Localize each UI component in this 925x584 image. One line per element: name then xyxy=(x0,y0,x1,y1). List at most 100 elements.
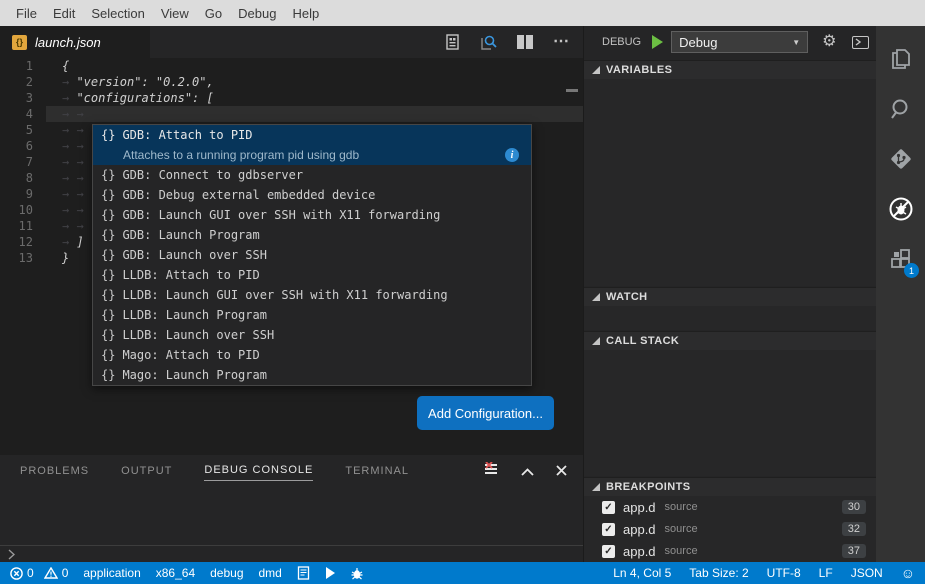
more-actions-icon[interactable]: ⋯ xyxy=(553,37,569,47)
line-number[interactable]: 6 xyxy=(0,138,46,154)
tab-output[interactable]: OUTPUT xyxy=(121,464,172,481)
explorer-icon[interactable] xyxy=(876,34,925,84)
suggest-item[interactable]: {}GDB: Connect to gdbserver xyxy=(93,165,531,185)
build-mode[interactable]: debug xyxy=(210,566,243,580)
line-number[interactable]: 1 xyxy=(0,58,46,74)
suggest-item[interactable]: {}Mago: Launch Program xyxy=(93,365,531,385)
problems-status[interactable]: 0 0 xyxy=(10,566,68,580)
snippet-braces-icon: {} xyxy=(101,268,115,282)
feedback-smiley-icon[interactable]: ☺ xyxy=(901,566,915,580)
section-call-stack[interactable]: CALL STACK xyxy=(584,331,876,350)
split-editor-icon[interactable] xyxy=(517,35,533,49)
build-type[interactable]: application xyxy=(83,566,140,580)
variables-body xyxy=(584,79,876,286)
maximize-panel-icon[interactable] xyxy=(521,463,534,481)
bug-icon[interactable] xyxy=(350,567,364,580)
line-number[interactable]: 12 xyxy=(0,234,46,250)
suggest-item[interactable]: {}GDB: Debug external embedded device xyxy=(93,185,531,205)
line-badge: 37 xyxy=(842,544,866,558)
code-editor[interactable]: 1{ 2→ "version": "0.2.0", 3→ "configurat… xyxy=(0,58,583,455)
tab-launch-json[interactable]: {} launch.json xyxy=(0,26,150,58)
suggest-item[interactable]: {}LLDB: Launch Program xyxy=(93,305,531,325)
menu-view[interactable]: View xyxy=(153,6,197,21)
menu-bar: File Edit Selection View Go Debug Help xyxy=(0,0,925,26)
encoding[interactable]: UTF-8 xyxy=(767,566,801,580)
suggest-item[interactable]: {}GDB: Launch Program xyxy=(93,225,531,245)
section-variables[interactable]: VARIABLES xyxy=(584,60,876,79)
suggest-item[interactable]: {}GDB: Launch GUI over SSH with X11 forw… xyxy=(93,205,531,225)
expanded-triangle-icon xyxy=(592,293,600,301)
breakpoint-row[interactable]: ✓ app.d source 32 xyxy=(584,518,876,540)
line-number[interactable]: 13 xyxy=(0,250,46,266)
line-number[interactable]: 4 xyxy=(0,106,46,122)
debug-configuration-select[interactable]: Debug ▼ xyxy=(671,31,808,53)
source-control-icon[interactable] xyxy=(876,134,925,184)
cursor-position[interactable]: Ln 4, Col 5 xyxy=(613,566,671,580)
line-number[interactable]: 11 xyxy=(0,218,46,234)
json-file-icon: {} xyxy=(12,35,27,50)
line-number[interactable]: 5 xyxy=(0,122,46,138)
eol-sequence[interactable]: LF xyxy=(819,566,833,580)
line-number[interactable]: 10 xyxy=(0,202,46,218)
breakpoint-row[interactable]: ✓ app.d source 30 xyxy=(584,496,876,518)
suggest-item[interactable]: {}LLDB: Launch over SSH xyxy=(93,325,531,345)
section-breakpoints[interactable]: BREAKPOINTS xyxy=(584,477,876,496)
suggest-item[interactable]: {}LLDB: Attach to PID xyxy=(93,265,531,285)
line-number[interactable]: 2 xyxy=(0,74,46,90)
suggest-item-selected[interactable]: {} GDB: Attach to PID xyxy=(93,125,531,145)
run-icon[interactable] xyxy=(325,567,335,579)
checkbox-checked-icon[interactable]: ✓ xyxy=(602,545,615,558)
section-watch[interactable]: WATCH xyxy=(584,287,876,306)
debug-toolbar: DEBUG Debug ▼ ⚙ xyxy=(584,26,876,58)
suggest-widget: {} GDB: Attach to PID Attaches to a runn… xyxy=(92,124,532,386)
tab-debug-console[interactable]: DEBUG CONSOLE xyxy=(204,463,313,481)
watch-body xyxy=(584,306,876,330)
start-debug-icon[interactable] xyxy=(651,35,663,49)
menu-go[interactable]: Go xyxy=(197,6,230,21)
error-icon xyxy=(10,567,23,580)
document-icon[interactable] xyxy=(297,566,310,580)
snippet-braces-icon: {} xyxy=(101,288,115,302)
suggest-item[interactable]: {}GDB: Launch over SSH xyxy=(93,245,531,265)
snippet-braces-icon: {} xyxy=(101,308,115,322)
debug-console-icon[interactable] xyxy=(852,36,869,49)
tab-title: launch.json xyxy=(35,35,101,50)
compiler[interactable]: dmd xyxy=(259,566,282,580)
close-panel-icon[interactable] xyxy=(556,463,567,481)
line-number[interactable]: 3 xyxy=(0,90,46,106)
checkbox-checked-icon[interactable]: ✓ xyxy=(602,501,615,514)
code-line: 1{ xyxy=(0,58,583,74)
menu-selection[interactable]: Selection xyxy=(83,6,152,21)
line-number[interactable]: 8 xyxy=(0,170,46,186)
language-mode[interactable]: JSON xyxy=(851,566,883,580)
debug-icon[interactable] xyxy=(876,184,925,234)
tab-problems[interactable]: PROBLEMS xyxy=(20,464,89,481)
suggest-item[interactable]: {}LLDB: Launch GUI over SSH with X11 for… xyxy=(93,285,531,305)
code-line: 3→ "configurations": [ xyxy=(0,90,583,106)
extensions-icon[interactable]: 1 xyxy=(876,234,925,284)
menu-help[interactable]: Help xyxy=(284,6,327,21)
architecture[interactable]: x86_64 xyxy=(156,566,195,580)
file-search-icon[interactable] xyxy=(480,34,497,50)
snippet-braces-icon: {} xyxy=(101,368,115,382)
menu-debug[interactable]: Debug xyxy=(230,6,284,21)
info-icon[interactable]: i xyxy=(505,148,519,162)
gear-icon[interactable]: ⚙ xyxy=(822,34,836,50)
file-outline-icon[interactable] xyxy=(445,34,460,50)
add-configuration-button[interactable]: Add Configuration... xyxy=(417,396,554,430)
status-bar: 0 0 application x86_64 debug dmd Ln 4, C… xyxy=(0,562,925,584)
warning-icon xyxy=(44,567,58,579)
tab-terminal[interactable]: TERMINAL xyxy=(345,464,409,481)
breakpoint-row[interactable]: ✓ app.d source 37 xyxy=(584,540,876,562)
menu-file[interactable]: File xyxy=(8,6,45,21)
menu-edit[interactable]: Edit xyxy=(45,6,83,21)
search-icon[interactable] xyxy=(876,84,925,134)
snippet-braces-icon: {} xyxy=(101,348,115,362)
clear-console-icon[interactable] xyxy=(483,462,499,482)
suggest-item[interactable]: {}Mago: Attach to PID xyxy=(93,345,531,365)
debug-console-input[interactable] xyxy=(0,545,583,562)
line-number[interactable]: 7 xyxy=(0,154,46,170)
checkbox-checked-icon[interactable]: ✓ xyxy=(602,523,615,536)
line-number[interactable]: 9 xyxy=(0,186,46,202)
tab-size[interactable]: Tab Size: 2 xyxy=(689,566,748,580)
